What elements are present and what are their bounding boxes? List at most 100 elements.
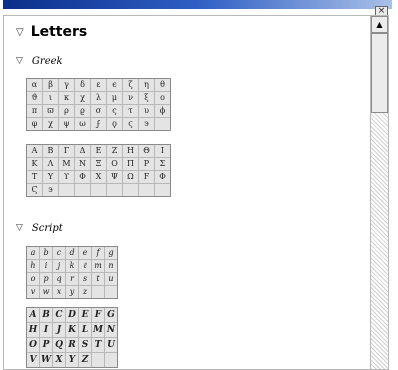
greek-symbol-button[interactable]: ρ bbox=[59, 105, 74, 117]
script-symbol-button[interactable]: w bbox=[40, 286, 52, 298]
script-symbol-button[interactable]: D bbox=[66, 308, 78, 322]
script-symbol-button[interactable]: B bbox=[40, 308, 52, 322]
collapse-triangle-icon[interactable]: ▽ bbox=[16, 27, 24, 38]
script-symbol-button[interactable]: x bbox=[53, 286, 65, 298]
script-symbol-button[interactable]: v bbox=[27, 286, 39, 298]
greek-symbol-button[interactable]: σ bbox=[91, 105, 106, 117]
greek-symbol-button[interactable]: Ι bbox=[155, 145, 170, 157]
script-symbol-button[interactable] bbox=[92, 286, 104, 298]
greek-symbol-button[interactable]: ε bbox=[91, 79, 106, 91]
greek-symbol-button[interactable]: ο bbox=[155, 92, 170, 104]
greek-symbol-button[interactable]: Σ bbox=[155, 158, 170, 170]
greek-symbol-button[interactable]: Υ bbox=[43, 171, 58, 183]
greek-symbol-button[interactable]: θ bbox=[155, 79, 170, 91]
script-symbol-button[interactable]: E bbox=[79, 308, 91, 322]
greek-symbol-button[interactable]: ϑ bbox=[27, 92, 42, 104]
script-symbol-button[interactable]: k bbox=[66, 260, 78, 272]
script-symbol-button[interactable]: Z bbox=[79, 353, 91, 367]
greek-symbol-button[interactable]: ϒ bbox=[59, 171, 74, 183]
greek-symbol-button[interactable]: Ζ bbox=[107, 145, 122, 157]
greek-symbol-button[interactable]: χ bbox=[43, 118, 58, 130]
script-symbol-button[interactable]: i bbox=[40, 260, 52, 272]
script-symbol-button[interactable]: a bbox=[27, 247, 39, 259]
script-symbol-button[interactable]: J bbox=[53, 323, 65, 337]
script-subsection-header[interactable]: ▽ Script bbox=[16, 223, 63, 234]
greek-symbol-button[interactable]: Φ bbox=[155, 171, 170, 183]
greek-symbol-button[interactable] bbox=[91, 184, 106, 196]
greek-symbol-button[interactable] bbox=[75, 184, 90, 196]
greek-symbol-button[interactable]: Ω bbox=[123, 171, 138, 183]
script-symbol-button[interactable]: V bbox=[27, 353, 39, 367]
greek-symbol-button[interactable]: ϶ bbox=[43, 184, 58, 196]
script-symbol-button[interactable]: g bbox=[105, 247, 117, 259]
script-symbol-button[interactable]: K bbox=[66, 323, 78, 337]
script-symbol-button[interactable]: W bbox=[40, 353, 52, 367]
greek-symbol-button[interactable]: ϙ bbox=[107, 118, 122, 130]
script-symbol-button[interactable]: m bbox=[92, 260, 104, 272]
greek-symbol-button[interactable]: Χ bbox=[91, 171, 106, 183]
scroll-thumb[interactable] bbox=[371, 33, 388, 113]
greek-subsection-header[interactable]: ▽ Greek bbox=[16, 56, 63, 67]
greek-symbol-button[interactable]: ς bbox=[107, 105, 122, 117]
greek-symbol-button[interactable]: π bbox=[27, 105, 42, 117]
greek-symbol-button[interactable]: ϝ bbox=[91, 118, 106, 130]
greek-symbol-button[interactable]: ϖ bbox=[43, 105, 58, 117]
greek-symbol-button[interactable]: ψ bbox=[59, 118, 74, 130]
greek-symbol-button[interactable] bbox=[107, 184, 122, 196]
script-symbol-button[interactable]: G bbox=[105, 308, 117, 322]
script-symbol-button[interactable] bbox=[105, 353, 117, 367]
greek-symbol-button[interactable] bbox=[155, 118, 170, 130]
scroll-up-arrow-icon[interactable]: ▲ bbox=[371, 16, 388, 33]
greek-symbol-button[interactable]: Α bbox=[27, 145, 42, 157]
greek-symbol-button[interactable]: ϶ bbox=[139, 118, 154, 130]
script-symbol-button[interactable]: T bbox=[92, 338, 104, 352]
script-symbol-button[interactable]: y bbox=[66, 286, 78, 298]
script-symbol-button[interactable]: F bbox=[92, 308, 104, 322]
script-symbol-button[interactable]: o bbox=[27, 273, 39, 285]
script-symbol-button[interactable]: L bbox=[79, 323, 91, 337]
greek-symbol-button[interactable]: Ψ bbox=[107, 171, 122, 183]
script-symbol-button[interactable] bbox=[105, 286, 117, 298]
greek-symbol-button[interactable]: ω bbox=[75, 118, 90, 130]
script-symbol-button[interactable]: P bbox=[40, 338, 52, 352]
greek-symbol-button[interactable]: Ξ bbox=[91, 158, 106, 170]
greek-symbol-button[interactable]: ζ bbox=[123, 79, 138, 91]
letters-section-header[interactable]: ▽ Letters bbox=[16, 24, 87, 40]
script-symbol-button[interactable]: O bbox=[27, 338, 39, 352]
greek-symbol-button[interactable]: Ϛ bbox=[27, 184, 42, 196]
greek-symbol-button[interactable]: α bbox=[27, 79, 42, 91]
script-symbol-button[interactable]: q bbox=[53, 273, 65, 285]
greek-symbol-button[interactable]: ϛ bbox=[123, 118, 138, 130]
greek-symbol-button[interactable]: ϕ bbox=[155, 105, 170, 117]
greek-symbol-button[interactable] bbox=[155, 184, 170, 196]
greek-symbol-button[interactable]: λ bbox=[91, 92, 106, 104]
script-symbol-button[interactable]: X bbox=[53, 353, 65, 367]
script-symbol-button[interactable]: r bbox=[66, 273, 78, 285]
greek-symbol-button[interactable]: Ν bbox=[75, 158, 90, 170]
script-symbol-button[interactable]: f bbox=[92, 247, 104, 259]
script-symbol-button[interactable]: Y bbox=[66, 353, 78, 367]
greek-symbol-button[interactable]: Π bbox=[123, 158, 138, 170]
greek-symbol-button[interactable]: Ρ bbox=[139, 158, 154, 170]
greek-symbol-button[interactable] bbox=[139, 184, 154, 196]
greek-symbol-button[interactable]: Ε bbox=[91, 145, 106, 157]
greek-symbol-button[interactable]: Φ bbox=[75, 171, 90, 183]
script-symbol-button[interactable]: d bbox=[66, 247, 78, 259]
greek-symbol-button[interactable]: Τ bbox=[27, 171, 42, 183]
greek-symbol-button[interactable]: Β bbox=[43, 145, 58, 157]
greek-symbol-button[interactable]: Θ bbox=[139, 145, 154, 157]
greek-symbol-button[interactable]: Δ bbox=[75, 145, 90, 157]
script-symbol-button[interactable]: b bbox=[40, 247, 52, 259]
script-symbol-button[interactable]: j bbox=[53, 260, 65, 272]
greek-symbol-button[interactable]: δ bbox=[75, 79, 90, 91]
script-symbol-button[interactable]: ℓ bbox=[79, 260, 91, 272]
greek-symbol-button[interactable]: υ bbox=[139, 105, 154, 117]
greek-symbol-button[interactable]: φ bbox=[27, 118, 42, 130]
vertical-scrollbar[interactable]: ▲ bbox=[370, 15, 389, 370]
greek-symbol-button[interactable]: β bbox=[43, 79, 58, 91]
greek-symbol-button[interactable]: Μ bbox=[59, 158, 74, 170]
greek-symbol-button[interactable]: μ bbox=[107, 92, 122, 104]
greek-symbol-button[interactable]: Λ bbox=[43, 158, 58, 170]
collapse-triangle-icon[interactable]: ▽ bbox=[16, 223, 23, 233]
script-symbol-button[interactable]: Q bbox=[53, 338, 65, 352]
